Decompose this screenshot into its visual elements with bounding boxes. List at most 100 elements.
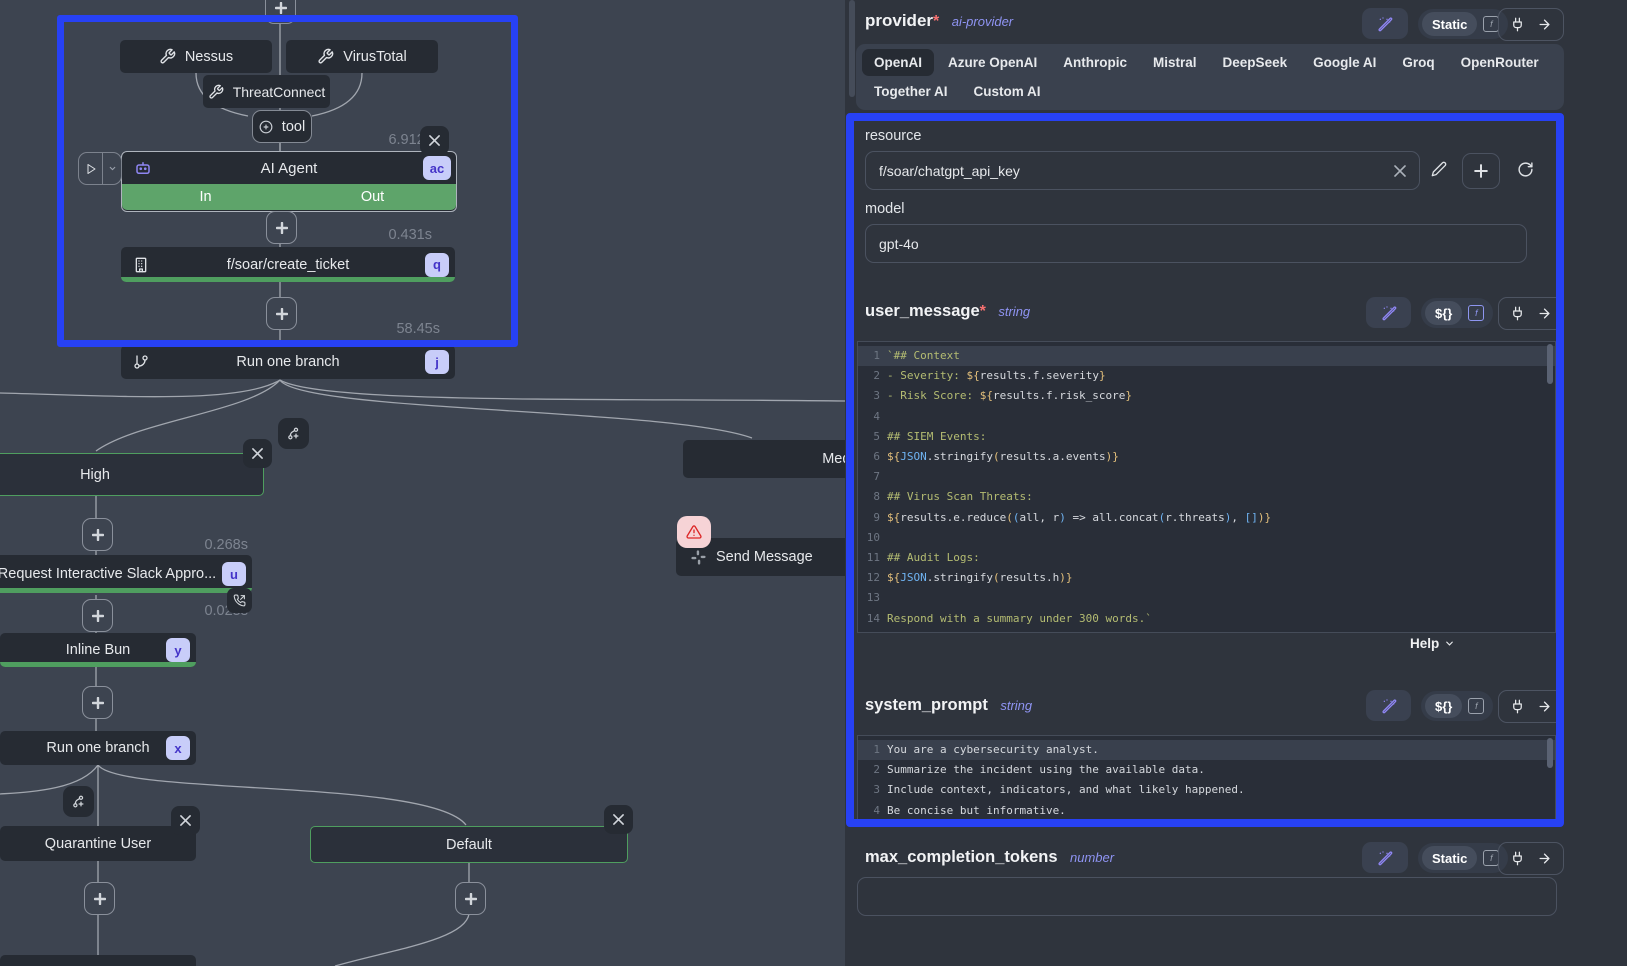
node-label: Run one branch bbox=[236, 354, 339, 370]
editor-scrollbar[interactable] bbox=[1547, 738, 1553, 768]
node-branch-default[interactable]: Default bbox=[310, 826, 628, 863]
code-line[interactable]: 13 bbox=[858, 588, 1555, 608]
node-virustotal[interactable]: VirusTotal bbox=[286, 40, 438, 73]
node-slack-approval[interactable]: Request Interactive Slack Appro... u bbox=[0, 555, 252, 593]
code-line[interactable]: 4Be concise but informative. bbox=[858, 801, 1555, 821]
close-button[interactable] bbox=[171, 806, 200, 835]
provider-tab-openai[interactable]: OpenAI bbox=[862, 49, 934, 76]
expression-icon[interactable]: f bbox=[1468, 305, 1484, 321]
node-branch-medium[interactable]: Medium bbox=[683, 440, 845, 478]
user-message-editor[interactable]: 1`## Context2- Severity: ${results.f.sev… bbox=[857, 341, 1556, 633]
chevron-down-icon[interactable] bbox=[103, 153, 121, 184]
code-line[interactable]: 6${JSON.stringify(results.a.events)} bbox=[858, 447, 1555, 467]
add-step-connector[interactable] bbox=[84, 882, 115, 915]
expression-mode-toggle[interactable]: ${} f bbox=[1421, 691, 1493, 721]
code-line[interactable]: 5## SIEM Events: bbox=[858, 427, 1555, 447]
node-nessus[interactable]: Nessus bbox=[120, 40, 272, 73]
resource-input[interactable]: f/soar/chatgpt_api_key bbox=[865, 151, 1420, 190]
provider-tab-openrouter[interactable]: OpenRouter bbox=[1449, 49, 1551, 76]
static-mode-label[interactable]: Static bbox=[1422, 12, 1477, 36]
node-inline-bun[interactable]: Inline Bun y bbox=[0, 633, 196, 667]
provider-tab-google-ai[interactable]: Google AI bbox=[1301, 49, 1388, 76]
provider-tab-together-ai[interactable]: Together AI bbox=[862, 78, 960, 105]
clear-icon[interactable] bbox=[1394, 165, 1406, 177]
node-run-one-branch-2[interactable]: Run one branch x bbox=[0, 731, 196, 765]
add-branch-button[interactable] bbox=[63, 786, 94, 817]
node-branch-high[interactable]: High bbox=[0, 453, 264, 496]
code-line[interactable]: 7 bbox=[858, 467, 1555, 487]
ai-autofill-button[interactable] bbox=[1362, 842, 1408, 873]
provider-tab-deepseek[interactable]: DeepSeek bbox=[1211, 49, 1300, 76]
provider-tab-mistral[interactable]: Mistral bbox=[1141, 49, 1209, 76]
add-step-connector[interactable] bbox=[82, 686, 113, 719]
code-line[interactable]: 1You are a cybersecurity analyst. bbox=[858, 740, 1555, 760]
line-number: 10 bbox=[858, 528, 887, 548]
add-step-connector[interactable] bbox=[82, 599, 113, 632]
code-line[interactable]: 10 bbox=[858, 528, 1555, 548]
connect-output-button[interactable] bbox=[1498, 297, 1564, 330]
play-icon[interactable] bbox=[79, 153, 103, 184]
code-line[interactable]: 12${JSON.stringify(results.h)} bbox=[858, 568, 1555, 588]
panel-scrollbar[interactable] bbox=[849, 0, 855, 97]
edit-resource-button[interactable] bbox=[1431, 161, 1447, 182]
editor-scrollbar[interactable] bbox=[1547, 344, 1553, 384]
node-tool[interactable]: tool bbox=[252, 110, 312, 143]
node-quarantine-user[interactable]: Quarantine User bbox=[0, 826, 196, 861]
refresh-resources-button[interactable] bbox=[1517, 161, 1534, 183]
close-button[interactable] bbox=[243, 439, 272, 468]
code-line[interactable]: 3- Risk Score: ${results.f.risk_score} bbox=[858, 386, 1555, 406]
static-expression-toggle[interactable]: Static f bbox=[1418, 9, 1508, 39]
node-partial-bottom[interactable] bbox=[0, 955, 196, 966]
connect-output-button[interactable] bbox=[1498, 690, 1564, 723]
add-step-connector[interactable] bbox=[455, 882, 486, 915]
expression-mode-toggle[interactable]: ${} f bbox=[1421, 298, 1493, 328]
add-step-connector[interactable] bbox=[265, 0, 296, 24]
ai-autofill-button[interactable] bbox=[1366, 690, 1411, 721]
code-line[interactable]: 14Respond with a summary under 300 words… bbox=[858, 609, 1555, 629]
code-line[interactable]: 11## Audit Logs: bbox=[858, 548, 1555, 568]
code-line[interactable]: 1`## Context bbox=[858, 346, 1555, 366]
code-line[interactable]: 2Summarize the incident using the availa… bbox=[858, 760, 1555, 780]
workflow-canvas[interactable]: Nessus VirusTotal ThreatConnect tool 6.9… bbox=[0, 0, 845, 966]
ai-autofill-button[interactable] bbox=[1362, 8, 1408, 39]
expression-icon[interactable]: f bbox=[1483, 16, 1499, 32]
run-node-button[interactable] bbox=[78, 152, 122, 185]
provider-tab-groq[interactable]: Groq bbox=[1390, 49, 1446, 76]
expression-icon[interactable]: f bbox=[1483, 850, 1499, 866]
code-line[interactable]: 2- Severity: ${results.f.severity} bbox=[858, 366, 1555, 386]
add-resource-button[interactable] bbox=[1462, 153, 1500, 189]
add-step-connector[interactable] bbox=[266, 297, 297, 330]
system-prompt-editor[interactable]: 1You are a cybersecurity analyst.2Summar… bbox=[857, 735, 1556, 823]
connect-output-button[interactable] bbox=[1498, 842, 1564, 875]
node-badge: y bbox=[166, 638, 190, 662]
provider-tab-azure-openai[interactable]: Azure OpenAI bbox=[936, 49, 1049, 76]
node-ai-agent[interactable]: AI Agent ac In Out bbox=[121, 151, 457, 212]
expression-mode-label[interactable]: ${} bbox=[1425, 301, 1462, 325]
max-tokens-input[interactable] bbox=[857, 877, 1557, 916]
add-branch-button[interactable] bbox=[278, 418, 309, 449]
agent-out-handle[interactable]: Out bbox=[289, 184, 456, 210]
connect-output-button[interactable] bbox=[1498, 8, 1564, 41]
add-step-connector[interactable] bbox=[266, 211, 297, 244]
node-run-one-branch-1[interactable]: Run one branch j bbox=[121, 345, 455, 379]
static-mode-label[interactable]: Static bbox=[1422, 846, 1477, 870]
provider-tab-custom-ai[interactable]: Custom AI bbox=[962, 78, 1053, 105]
code-line[interactable]: 4 bbox=[858, 407, 1555, 427]
code-text: Be concise but informative. bbox=[887, 801, 1066, 821]
close-button[interactable] bbox=[604, 805, 633, 834]
expression-icon[interactable]: f bbox=[1468, 698, 1484, 714]
model-input[interactable]: gpt-4o bbox=[865, 224, 1527, 263]
code-line[interactable]: 3Include context, indicators, and what l… bbox=[858, 780, 1555, 800]
code-line[interactable]: 8## Virus Scan Threats: bbox=[858, 487, 1555, 507]
close-button[interactable] bbox=[420, 126, 449, 155]
provider-tab-anthropic[interactable]: Anthropic bbox=[1051, 49, 1139, 76]
agent-in-handle[interactable]: In bbox=[122, 184, 289, 210]
ai-autofill-button[interactable] bbox=[1366, 297, 1411, 328]
static-expression-toggle[interactable]: Static f bbox=[1418, 843, 1508, 873]
code-line[interactable]: 9${results.e.reduce((all, r) => all.conc… bbox=[858, 508, 1555, 528]
help-toggle[interactable]: Help bbox=[1410, 636, 1455, 651]
node-threatconnect[interactable]: ThreatConnect bbox=[203, 75, 330, 108]
expression-mode-label[interactable]: ${} bbox=[1425, 694, 1462, 718]
node-create-ticket[interactable]: f/soar/create_ticket q bbox=[121, 247, 455, 282]
add-step-connector[interactable] bbox=[82, 518, 113, 551]
